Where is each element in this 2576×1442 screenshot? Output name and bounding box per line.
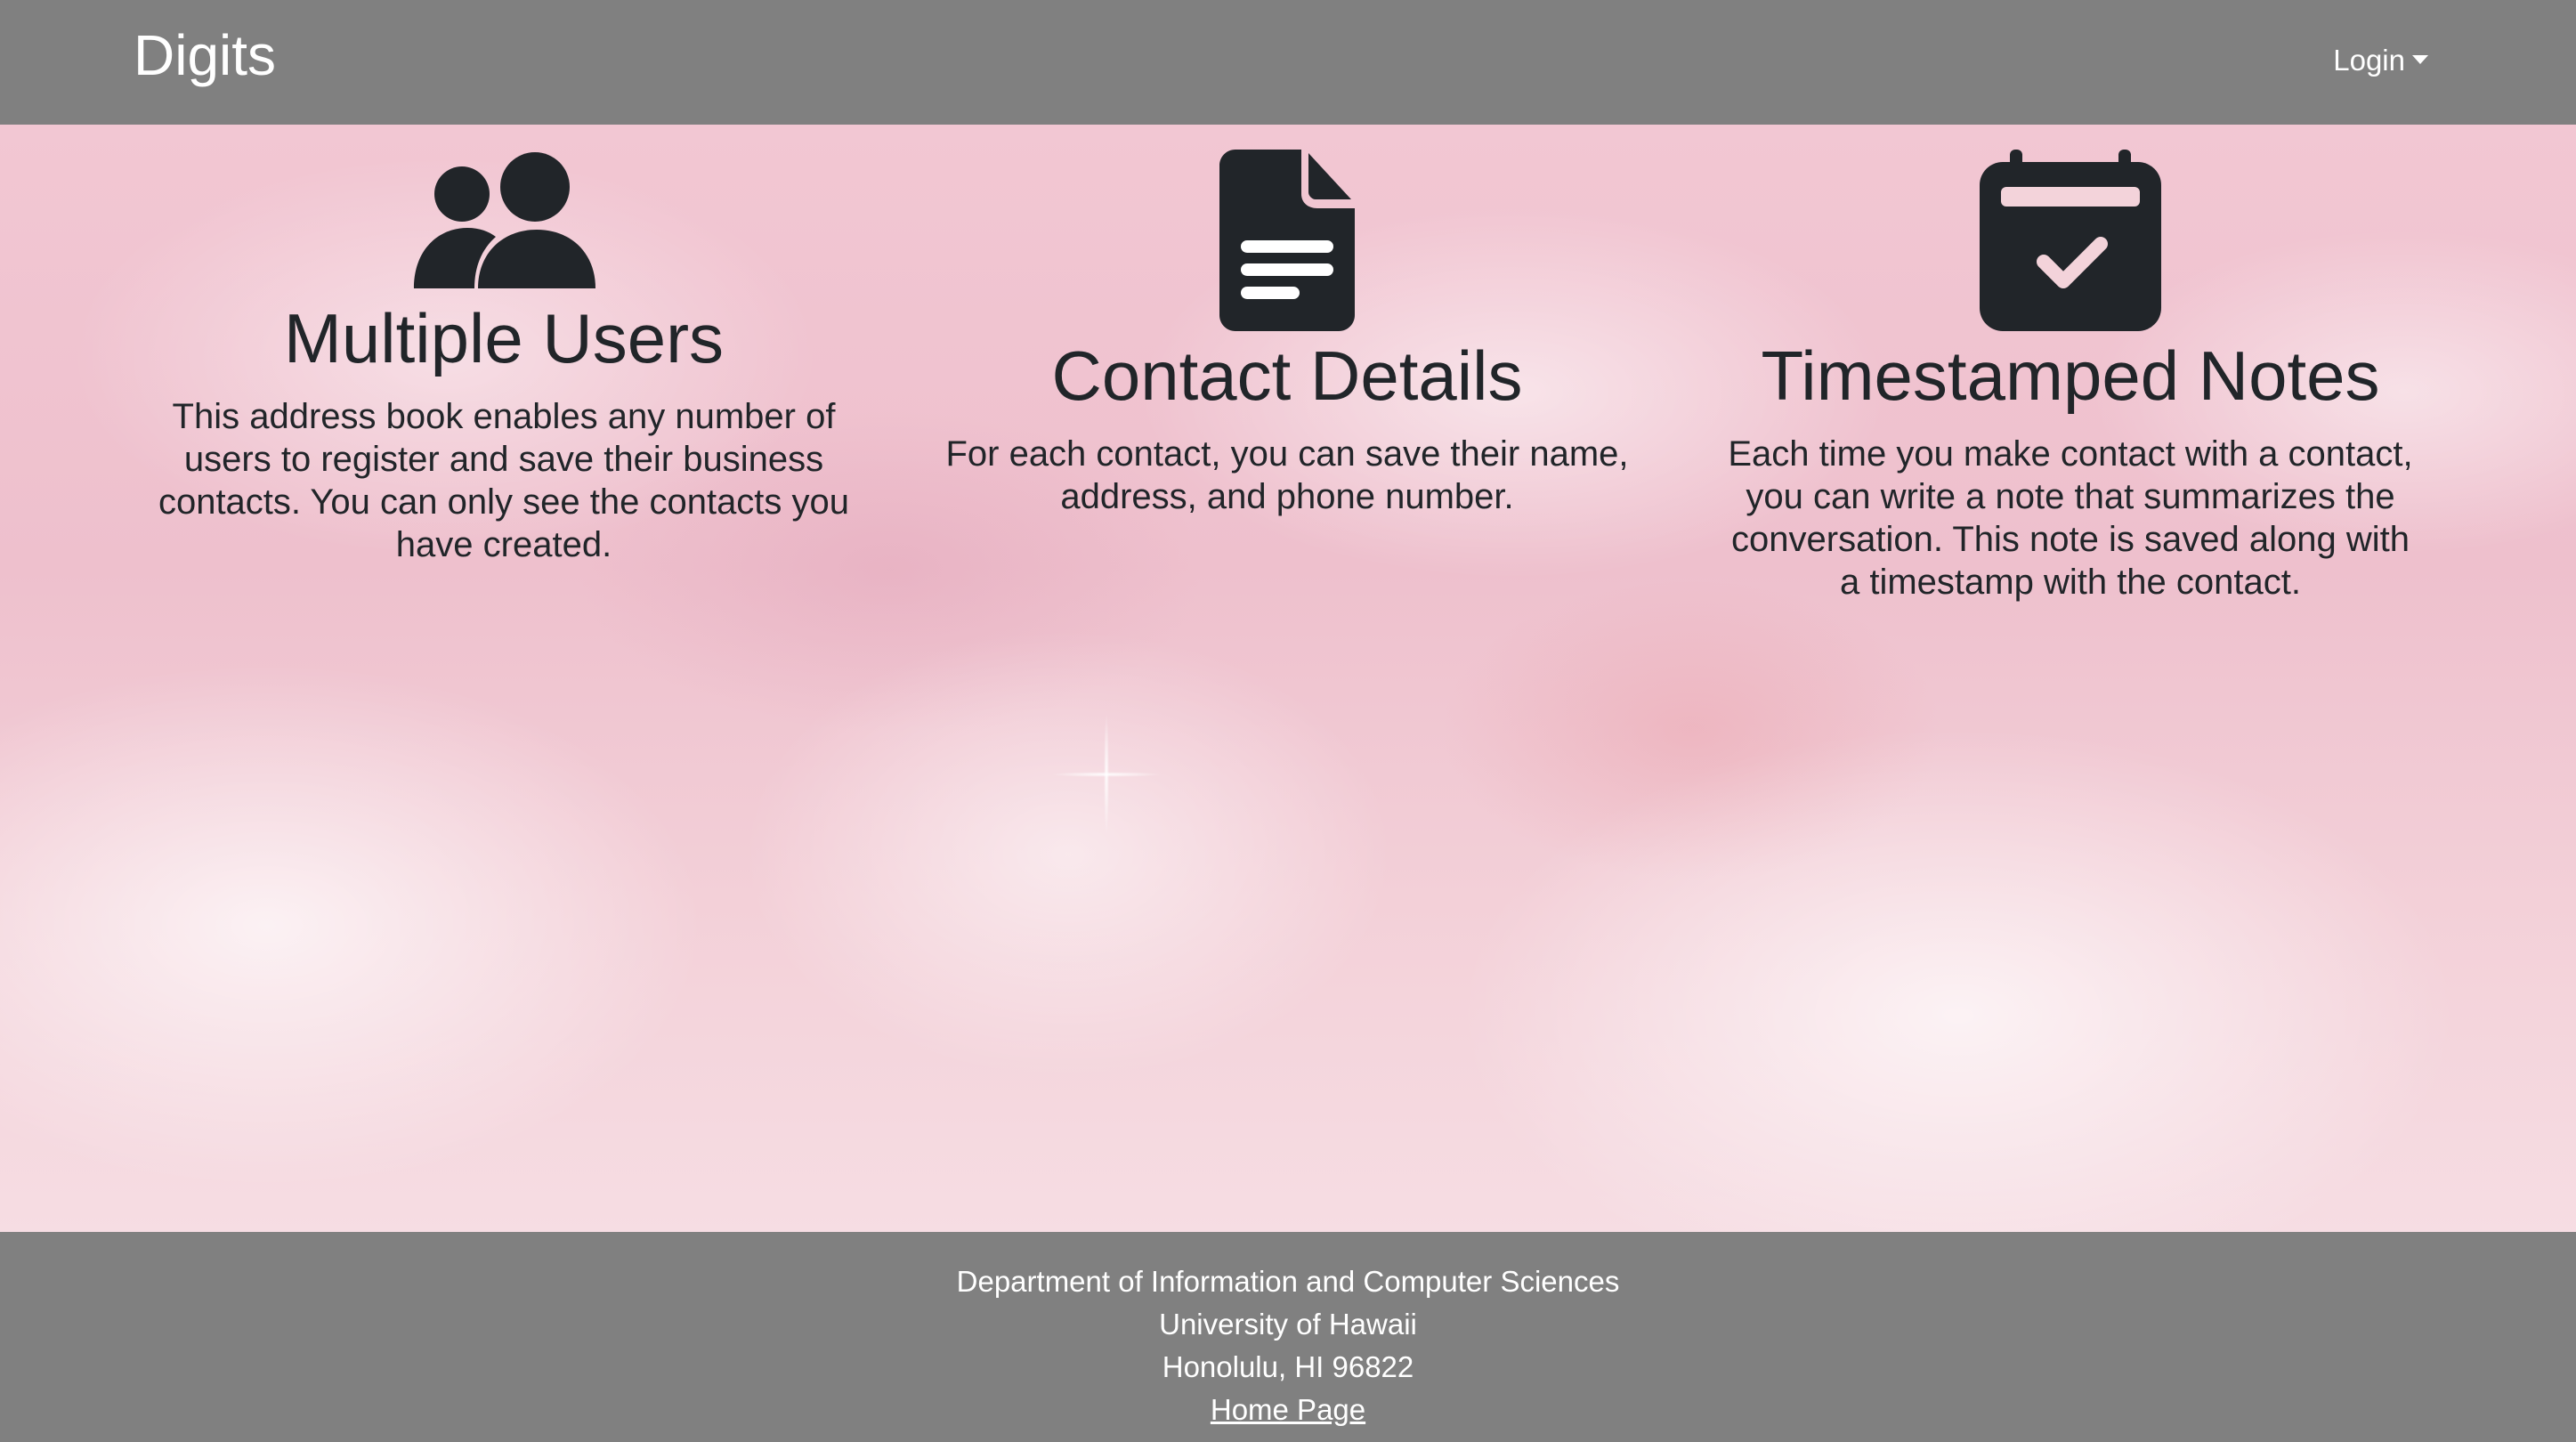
footer-address: Honolulu, HI 96822 — [1162, 1350, 1414, 1383]
footer-department: Department of Information and Computer S… — [956, 1265, 1620, 1298]
feature-multiple-users: Multiple Users This address book enables… — [151, 151, 856, 566]
sparkle-decoration — [1050, 772, 1162, 777]
file-alt-icon — [1219, 150, 1355, 331]
landing-background: Multiple Users This address book enables… — [0, 125, 2576, 1232]
feature-contact-details: Contact Details For each contact, you ca… — [935, 150, 1640, 518]
navbar: Digits Login — [0, 0, 2576, 125]
feature-description: For each contact, you can save their nam… — [945, 434, 1629, 516]
footer-university: University of Hawaii — [1159, 1308, 1417, 1341]
feature-description: Each time you make contact with a contac… — [1728, 434, 2413, 602]
feature-title: Multiple Users — [283, 299, 725, 377]
feature-title: Timestamped Notes — [1761, 336, 2380, 415]
login-label: Login — [2333, 44, 2405, 77]
home-page-link[interactable]: Home Page — [1211, 1393, 1365, 1426]
calendar-check-icon — [1980, 150, 2161, 331]
users-icon — [414, 152, 595, 288]
login-dropdown[interactable]: Login — [2333, 36, 2428, 85]
feature-timestamped-notes: Timestamped Notes Each time you make con… — [1718, 150, 2423, 604]
feature-title: Contact Details — [1051, 336, 1523, 415]
caret-down-icon — [2412, 55, 2428, 65]
feature-description: This address book enables any number of … — [158, 397, 850, 564]
footer: Department of Information and Computer S… — [0, 1232, 2576, 1442]
brand-link[interactable]: Digits — [134, 20, 276, 91]
